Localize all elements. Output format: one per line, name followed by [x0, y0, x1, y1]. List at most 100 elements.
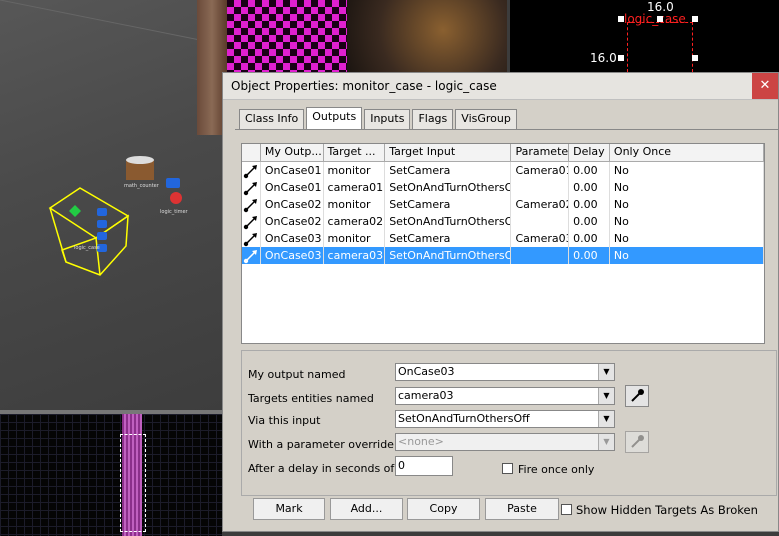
- viewport-3d-scene: [0, 0, 201, 276]
- add-button[interactable]: Add...: [330, 498, 403, 520]
- table-cell-param: [511, 213, 570, 230]
- close-button[interactable]: ✕: [752, 73, 778, 99]
- column-header-icon[interactable]: [242, 144, 261, 161]
- output-named-combo[interactable]: OnCase03 ▼: [395, 363, 615, 381]
- connection-arrow-icon: [242, 196, 261, 213]
- logic-case-selection-box[interactable]: [48, 187, 130, 276]
- viewport-3d[interactable]: math_counter logic_timer logic_case: [0, 0, 222, 410]
- table-cell-output: OnCase01: [261, 179, 324, 196]
- column-header-output[interactable]: My Outp...: [261, 144, 324, 161]
- table-cell-output: OnCase03: [261, 230, 324, 247]
- delay-input[interactable]: 0: [395, 456, 453, 476]
- copy-button[interactable]: Copy: [407, 498, 480, 520]
- resize-handle[interactable]: [692, 55, 698, 61]
- resize-handle[interactable]: [692, 16, 698, 22]
- table-cell-target: monitor: [324, 230, 386, 247]
- connection-arrow-icon: [242, 213, 261, 230]
- chevron-down-icon[interactable]: ▼: [598, 411, 614, 427]
- table-cell-target: camera01: [324, 179, 386, 196]
- column-header-delay[interactable]: Delay: [569, 144, 610, 161]
- table-cell-once: No: [610, 179, 764, 196]
- outputs-table[interactable]: My Outp... Target ... Target Input Param…: [241, 143, 765, 344]
- viewport-scene-object: [347, 0, 507, 75]
- table-cell-param: Camera03: [511, 230, 570, 247]
- show-hidden-checkbox[interactable]: [561, 504, 572, 515]
- output-named-label: My output named: [248, 368, 346, 381]
- table-cell-delay: 0.00: [569, 247, 610, 264]
- logic-timer-label: logic_timer: [160, 209, 188, 215]
- table-cell-delay: 0.00: [569, 196, 610, 213]
- table-cell-output: OnCase01: [261, 162, 324, 179]
- tab-inputs[interactable]: Inputs: [364, 109, 411, 129]
- column-header-input[interactable]: Target Input: [385, 144, 512, 161]
- entity-bounds[interactable]: [627, 22, 693, 72]
- connection-arrow-icon: [242, 247, 261, 264]
- logic-timer-icon: [166, 178, 182, 204]
- table-cell-param: Camera02: [511, 196, 570, 213]
- table-cell-once: No: [610, 247, 764, 264]
- output-named-value: OnCase03: [398, 365, 455, 378]
- connection-arrow-icon: [242, 179, 261, 196]
- table-cell-param: Camera01: [511, 162, 570, 179]
- connection-arrow-icon: [242, 162, 261, 179]
- table-cell-delay: 0.00: [569, 213, 610, 230]
- param-eyedropper-button[interactable]: [625, 431, 649, 453]
- table-cell-param: [511, 179, 570, 196]
- table-cell-input: SetCamera: [385, 196, 512, 213]
- dialog-title: Object Properties: monitor_case - logic_…: [231, 79, 497, 93]
- viewport-2d-top[interactable]: 16.0 logic_case 16.0: [510, 0, 779, 72]
- tab-class-info[interactable]: Class Info: [239, 109, 305, 129]
- table-header: My Outp... Target ... Target Input Param…: [242, 144, 764, 162]
- table-row[interactable]: OnCase03 camera03 SetOnAndTurnOthersOff 0.0…: [242, 247, 764, 264]
- table-cell-once: No: [610, 230, 764, 247]
- table-cell-once: No: [610, 162, 764, 179]
- resize-handle[interactable]: [618, 16, 624, 22]
- table-row[interactable]: OnCase02 monitor SetCamera Camera02 0.00 No: [242, 196, 764, 213]
- column-header-parameter[interactable]: Parameter: [511, 144, 570, 161]
- table-cell-input: SetOnAndTurnOthersOff: [385, 247, 512, 264]
- table-row[interactable]: OnCase01 monitor SetCamera Camera01 0.00 No: [242, 162, 764, 179]
- chevron-down-icon[interactable]: ▼: [598, 388, 614, 404]
- viewport-2d-side[interactable]: [0, 410, 222, 536]
- missing-texture-checker: [227, 0, 347, 75]
- table-cell-target: camera02: [324, 213, 386, 230]
- table-cell-target: monitor: [324, 162, 386, 179]
- column-header-only-once[interactable]: Only Once: [610, 144, 764, 161]
- eyedropper-icon: [631, 389, 644, 402]
- table-cell-target: monitor: [324, 196, 386, 213]
- paste-button[interactable]: Paste: [485, 498, 559, 520]
- chevron-down-icon[interactable]: ▼: [598, 434, 614, 450]
- param-override-combo[interactable]: <none> ▼: [395, 433, 615, 451]
- fire-once-checkbox[interactable]: [502, 463, 513, 474]
- resize-handle[interactable]: [618, 55, 624, 61]
- output-edit-form: My output named OnCase03 ▼ Targets entit…: [241, 350, 777, 496]
- tab-visgroup[interactable]: VisGroup: [455, 109, 517, 129]
- table-cell-delay: 0.00: [569, 162, 610, 179]
- table-row[interactable]: OnCase03 monitor SetCamera Camera03 0.00 No: [242, 230, 764, 247]
- tab-outputs[interactable]: Outputs: [306, 107, 363, 129]
- column-header-target[interactable]: Target ...: [324, 144, 386, 161]
- math-counter-label: math_counter: [124, 183, 159, 189]
- target-eyedropper-button[interactable]: [625, 385, 649, 407]
- tab-flags[interactable]: Flags: [412, 109, 454, 129]
- chevron-down-icon[interactable]: ▼: [598, 364, 614, 380]
- selected-entity-label: logic_case: [624, 12, 686, 26]
- table-cell-input: SetOnAndTurnOthersOff: [385, 179, 512, 196]
- targets-label: Targets entities named: [248, 392, 374, 405]
- eyedropper-icon: [631, 435, 644, 448]
- via-input-label: Via this input: [248, 414, 321, 427]
- brush-selection[interactable]: [120, 434, 146, 532]
- property-tabs: Class Info Outputs Inputs Flags VisGroup: [239, 107, 519, 129]
- resize-handle[interactable]: [657, 16, 663, 22]
- table-row[interactable]: OnCase02 camera02 SetOnAndTurnOthersOff 0.0…: [242, 213, 764, 230]
- table-cell-input: SetCamera: [385, 230, 512, 247]
- mark-button[interactable]: Mark: [253, 498, 325, 520]
- delay-label: After a delay in seconds of: [248, 462, 395, 475]
- table-row[interactable]: OnCase01 camera01 SetOnAndTurnOthersOff 0.0…: [242, 179, 764, 196]
- table-cell-input: SetCamera: [385, 162, 512, 179]
- dialog-titlebar[interactable]: Object Properties: monitor_case - logic_…: [223, 73, 778, 100]
- math-counter-icon: [126, 156, 154, 180]
- via-input-combo[interactable]: SetOnAndTurnOthersOff ▼: [395, 410, 615, 428]
- targets-combo[interactable]: camera03 ▼: [395, 387, 615, 405]
- table-cell-delay: 0.00: [569, 230, 610, 247]
